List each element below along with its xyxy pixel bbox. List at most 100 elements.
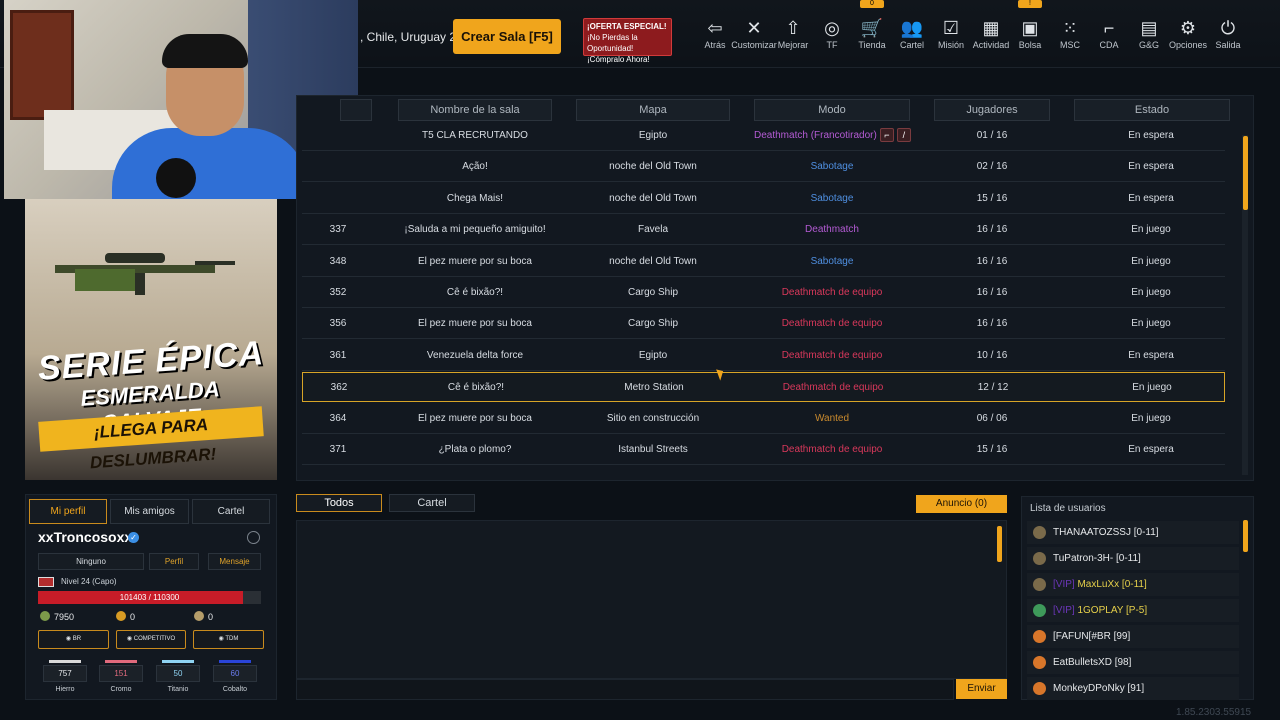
tab-my-friends[interactable]: Mis amigos bbox=[110, 499, 189, 524]
room-players-text: 16 / 16 bbox=[976, 224, 1008, 235]
user-row[interactable]: EatBulletsXD [98] bbox=[1027, 651, 1239, 674]
room-map-text: Favela bbox=[637, 224, 668, 235]
room-row[interactable]: 362 Cê é bixão?! Metro Station Deathmatch d… bbox=[302, 372, 1225, 402]
verified-icon: ✓ bbox=[128, 532, 139, 543]
room-players: 16 / 16 bbox=[934, 215, 1050, 245]
room-row[interactable]: 356 El pez muere por su boca Cargo Ship Dea… bbox=[302, 309, 1225, 339]
user-row[interactable]: THANAATOZSSJ [0-11] bbox=[1027, 521, 1239, 544]
room-row[interactable]: 352 Cê é bixão?! Cargo Ship Deathmatch de e… bbox=[302, 278, 1225, 308]
send-button[interactable]: Enviar bbox=[956, 679, 1007, 699]
room-mode: Deathmatch bbox=[754, 215, 910, 245]
room-map-text: Cargo Ship bbox=[627, 318, 679, 329]
room-players-text: 16 / 16 bbox=[976, 318, 1008, 329]
room-name-text: T5 CLA RECRUTANDO bbox=[422, 130, 528, 141]
room-row[interactable]: 348 El pez muere por su boca noche del Old… bbox=[302, 247, 1225, 277]
material-value: 60 bbox=[213, 665, 257, 682]
special-offer-button[interactable]: ¡OFERTA ESPECIAL! ¡No Pierdas la Oportun… bbox=[583, 18, 672, 64]
room-name-text: El pez muere por su boca bbox=[418, 318, 532, 329]
announcement-button[interactable]: Anuncio (0) bbox=[916, 495, 1007, 513]
nav-dots-button[interactable]: ⁙ MSC bbox=[1051, 16, 1089, 56]
room-row[interactable]: 361 Venezuela delta force Egipto Deathmatch… bbox=[302, 341, 1225, 371]
room-players: 16 / 16 bbox=[934, 247, 1050, 277]
room-status-text: En juego bbox=[1131, 318, 1171, 329]
nav-gear-button[interactable]: ⚙ Opciones bbox=[1169, 16, 1207, 56]
country-flag-icon bbox=[38, 577, 54, 587]
room-name: Ação! bbox=[398, 152, 552, 182]
room-row[interactable]: Ação! noche del Old Town Sabotage 02 / 16 En… bbox=[302, 152, 1225, 182]
vip-tag: [VIP] bbox=[1053, 579, 1075, 590]
profile-button[interactable]: Perfil bbox=[149, 553, 199, 570]
nav-clipboard-button[interactable]: ☑ Misión bbox=[932, 16, 970, 56]
chat-tab-all[interactable]: Todos bbox=[296, 494, 382, 512]
tab-my-profile[interactable]: Mi perfil bbox=[29, 499, 107, 524]
room-row[interactable]: T5 CLA RECRUTANDO Egipto Deathmatch (Franc… bbox=[302, 121, 1225, 151]
room-mode: Wanted bbox=[754, 404, 910, 434]
room-row[interactable]: 371 ¿Plata o plomo? Istanbul Streets Deathm… bbox=[302, 435, 1225, 465]
xp-progress-bar: 101403 / 110300 bbox=[38, 591, 261, 604]
user-list-scroll-thumb[interactable] bbox=[1243, 520, 1248, 552]
nav-gun-button[interactable]: ⌐ CDA bbox=[1090, 16, 1128, 56]
header-number[interactable] bbox=[340, 99, 372, 121]
xp-text: 101403 / 110300 bbox=[119, 593, 180, 602]
material-value: 50 bbox=[156, 665, 200, 682]
clan-none-button[interactable]: Ninguno bbox=[38, 553, 144, 570]
nav-coins-button[interactable]: ◎ TF bbox=[813, 16, 851, 56]
nav-power-button[interactable]: ⏻ Salida bbox=[1209, 16, 1247, 56]
room-row[interactable]: Chega Mais! noche del Old Town Sabotage 15 … bbox=[302, 184, 1225, 214]
room-status: En juego bbox=[1074, 404, 1228, 434]
room-players: 16 / 16 bbox=[934, 309, 1050, 339]
user-row[interactable]: [FAFUN[#BR [99] bbox=[1027, 625, 1239, 648]
nav-card-button[interactable]: ▤ G&G bbox=[1130, 16, 1168, 56]
create-room-button[interactable]: Crear Sala [F5] bbox=[453, 19, 561, 54]
header-players[interactable]: Jugadores bbox=[934, 99, 1050, 121]
message-button[interactable]: Mensaje bbox=[208, 553, 261, 570]
nav-back-button[interactable]: ⇦ Atrás bbox=[696, 16, 734, 56]
room-number: 364 bbox=[302, 404, 374, 434]
user-name-text: [FAFUN[#BR [99] bbox=[1053, 631, 1131, 642]
room-map: Egipto bbox=[576, 121, 730, 151]
nav-tools-button[interactable]: ✕ Customizar bbox=[731, 16, 777, 56]
material-color-bar bbox=[49, 660, 81, 663]
user-row[interactable]: MonkeyDPoNky [91] bbox=[1027, 677, 1239, 700]
chat-input[interactable] bbox=[296, 679, 954, 700]
room-number bbox=[302, 152, 374, 182]
room-status: En juego bbox=[1074, 278, 1228, 308]
room-row[interactable]: 364 El pez muere por su boca Sitio en cons… bbox=[302, 404, 1225, 434]
nav-badge: ! bbox=[1018, 0, 1042, 8]
header-map[interactable]: Mapa bbox=[576, 99, 730, 121]
material-value: 757 bbox=[43, 665, 87, 682]
mode-br-button[interactable]: ◉ BR bbox=[38, 630, 109, 649]
header-status[interactable]: Estado bbox=[1074, 99, 1230, 121]
nav-upgrade-button[interactable]: ⇧ Mejorar bbox=[774, 16, 812, 56]
user-row[interactable]: TuPatron-3H- [0-11] bbox=[1027, 547, 1239, 570]
nav-group-button[interactable]: 👥 Cartel bbox=[893, 16, 931, 56]
user-row[interactable]: [VIP] 1GOPLAY [P-5] bbox=[1027, 599, 1239, 622]
block-icon[interactable] bbox=[247, 531, 260, 544]
room-number: 337 bbox=[302, 215, 374, 245]
nav-calendar-button[interactable]: ▦ Actividad bbox=[972, 16, 1010, 56]
player-level: Nivel 24 (Capo) bbox=[61, 577, 117, 586]
room-name: El pez muere por su boca bbox=[398, 247, 552, 277]
nav-bag-button[interactable]: ! ▣ Bolsa bbox=[1011, 0, 1049, 56]
header-room-name[interactable]: Nombre de la sala bbox=[398, 99, 552, 121]
room-row[interactable]: 337 ¡Saluda a mi pequeño amiguito! Favela D… bbox=[302, 215, 1225, 245]
tab-cartel[interactable]: Cartel bbox=[192, 499, 270, 524]
room-number: 356 bbox=[302, 309, 374, 339]
chat-scroll-thumb[interactable] bbox=[997, 526, 1002, 562]
currency-gold: 0 bbox=[116, 611, 135, 622]
mode-competitive-button[interactable]: ◉ COMPETITIVO bbox=[116, 630, 186, 649]
header-mode[interactable]: Modo bbox=[754, 99, 910, 121]
room-map-text: Cargo Ship bbox=[627, 287, 679, 298]
nav-cart-button[interactable]: 0 🛒 Tienda bbox=[853, 0, 891, 56]
room-list-scroll-thumb[interactable] bbox=[1243, 136, 1248, 210]
room-players-text: 10 / 16 bbox=[976, 350, 1008, 361]
room-players-text: 02 / 16 bbox=[976, 161, 1008, 172]
room-map-text: noche del Old Town bbox=[609, 193, 697, 204]
room-players: 12 / 12 bbox=[935, 373, 1051, 403]
chat-tab-cartel[interactable]: Cartel bbox=[389, 494, 475, 512]
room-number bbox=[302, 184, 374, 214]
mode-tdm-button[interactable]: ◉ TDM bbox=[193, 630, 264, 649]
room-name: Cê é bixão?! bbox=[398, 278, 552, 308]
promo-banner[interactable]: SERIE ÉPICA ESMERALDA SALVAJE ¡LLEGA PAR… bbox=[25, 199, 277, 480]
user-row[interactable]: [VIP] MaxLuXx [0-11] bbox=[1027, 573, 1239, 596]
